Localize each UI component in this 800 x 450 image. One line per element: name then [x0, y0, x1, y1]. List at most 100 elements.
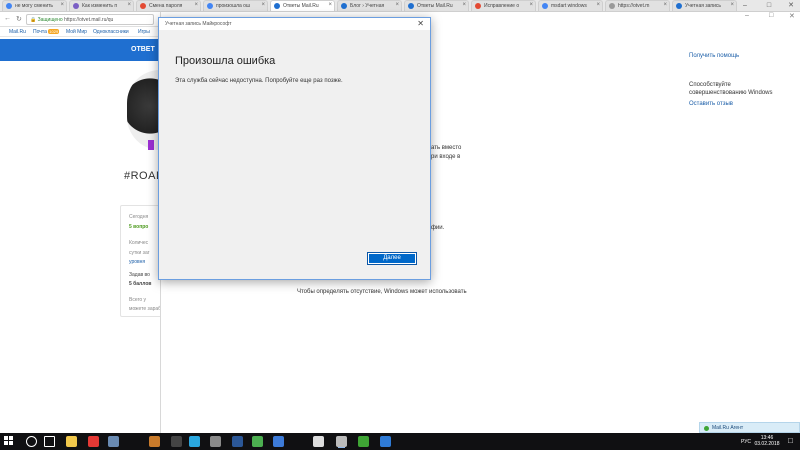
reload-icon[interactable]: ↻ [16, 15, 22, 23]
photo-icon[interactable] [273, 436, 284, 447]
app-icon[interactable] [149, 436, 160, 447]
settings-text-fragment: ать вместо [431, 145, 462, 151]
tab-favicon-icon [609, 3, 615, 9]
secure-label: Защищено [37, 17, 63, 23]
browser-tab[interactable]: Исправление о × [471, 0, 536, 11]
dialog-message: Эта служба сейчас недоступна. Попробуйте… [175, 78, 343, 84]
clock-date: 03.02.2018 [754, 441, 780, 447]
settings-maximize-icon[interactable]: □ [769, 12, 773, 19]
stats-ask-label: Задав во [129, 272, 150, 278]
search-icon[interactable] [26, 436, 37, 447]
tab-close-icon[interactable]: × [663, 2, 667, 8]
minimize-icon[interactable]: – [734, 0, 756, 12]
task-view-icon[interactable] [44, 436, 55, 447]
chrome-icon[interactable] [252, 436, 263, 447]
leave-feedback-link[interactable]: Оставить отзыв [689, 101, 733, 107]
settings-text-fragment: фии. [431, 225, 445, 231]
tab-close-icon[interactable]: × [194, 2, 198, 8]
close-window-icon[interactable]: ✕ [780, 0, 800, 12]
avatar-decoration [148, 140, 154, 150]
steam-icon[interactable] [108, 436, 119, 447]
mailru-agent-notification[interactable]: Mail.Ru Агент [699, 422, 800, 433]
alien-icon[interactable] [313, 436, 324, 447]
browser-tab[interactable]: произошла ош × [203, 0, 268, 11]
tab-favicon-icon [408, 3, 414, 9]
stats-questions: 5 вопро [129, 224, 149, 230]
mail-icon[interactable] [210, 436, 221, 447]
tab-label: не могу сменить [15, 3, 54, 9]
settings-minimize-icon[interactable]: – [745, 12, 749, 19]
opera-icon[interactable] [88, 436, 99, 447]
browser-tab[interactable]: Смена пароля × [136, 0, 201, 11]
tab-close-icon[interactable]: × [462, 2, 466, 8]
tab-label: Ответы Mail.Ru [283, 3, 319, 9]
stats-count-label: Количес [129, 240, 149, 246]
tab-close-icon[interactable]: × [60, 2, 64, 8]
tab-close-icon[interactable]: × [395, 2, 399, 8]
settings-text-fragment: Чтобы определять отсутствие, Windows мож… [297, 289, 467, 295]
back-icon[interactable]: ← [4, 15, 11, 22]
settings-close-icon[interactable]: ✕ [789, 12, 795, 20]
browser-tab[interactable]: Ответы Mail.Ru × [270, 0, 335, 11]
tab-favicon-icon [73, 3, 79, 9]
onedrive-icon[interactable] [380, 436, 391, 447]
tab-close-icon[interactable]: × [529, 2, 533, 8]
nav-my-world[interactable]: Мой Мир [66, 29, 87, 35]
online-status-icon [704, 426, 709, 431]
browser-tab[interactable]: https://otvet.m × [605, 0, 670, 11]
tab-label: msdart windows [551, 3, 587, 9]
skype-icon[interactable] [189, 436, 200, 447]
nav-odnoklassniki[interactable]: Одноклассники [93, 29, 129, 35]
tab-favicon-icon [475, 3, 481, 9]
tab-favicon-icon [140, 3, 146, 9]
agent-label: Mail.Ru Агент [712, 425, 744, 431]
taskbar [0, 433, 800, 450]
tab-label: Исправление о [484, 3, 520, 9]
avatar[interactable] [127, 70, 160, 150]
nav-games[interactable]: Игры [138, 29, 150, 35]
tab-favicon-icon [341, 3, 347, 9]
stats-points: 5 баллов [129, 281, 152, 287]
dialog-heading: Произошла ошибка [175, 55, 276, 67]
lock-icon: 🔒 [30, 17, 37, 23]
language-indicator[interactable]: РУС [741, 439, 751, 445]
word-icon[interactable] [232, 436, 243, 447]
tab-favicon-icon [676, 3, 682, 9]
stats-today-label: Сегодня [129, 214, 149, 220]
browser-tab[interactable]: Как изменить п × [69, 0, 134, 11]
url-input[interactable]: 🔒 Защищено https://otvet.mail.ru/qu [26, 14, 154, 25]
taskbar-clock[interactable]: 13:46 03.02.2018 [754, 435, 780, 447]
next-button[interactable]: Далее [367, 252, 417, 265]
browser-tab[interactable]: Учетная запись × [672, 0, 737, 11]
tab-label: Смена пароля [149, 3, 183, 9]
tab-label: произошла ош [216, 3, 250, 9]
url-text: https://otvet.mail.ru/qu [64, 17, 114, 23]
browser-tab[interactable]: Ответы Mail.Ru × [404, 0, 469, 11]
media-icon[interactable] [171, 436, 182, 447]
browser-tab[interactable]: не могу сменить × [2, 0, 67, 11]
browser-tab[interactable]: Блог › Учетная × [337, 0, 402, 11]
notifications-icon[interactable]: □ [788, 436, 793, 445]
tab-close-icon[interactable]: × [328, 2, 332, 8]
maximize-icon[interactable]: □ [758, 0, 780, 12]
site-logo-text[interactable]: ОТВЕТ [131, 46, 155, 53]
tab-favicon-icon [6, 3, 12, 9]
dialog-close-icon[interactable]: ✕ [417, 19, 424, 28]
browser-tab-strip: не могу сменить × Как изменить п × Смена пар… [0, 0, 800, 12]
nav-mail[interactable]: Почта 1029 [33, 29, 60, 35]
stats-level-link[interactable]: уровня [129, 259, 145, 265]
windows-start-icon[interactable] [4, 436, 14, 446]
tab-close-icon[interactable]: × [261, 2, 265, 8]
tab-close-icon[interactable]: × [596, 2, 600, 8]
money-icon[interactable] [358, 436, 369, 447]
settings-icon[interactable] [336, 436, 347, 447]
tab-close-icon[interactable]: × [127, 2, 131, 8]
tab-favicon-icon [207, 3, 213, 9]
browser-tab[interactable]: msdart windows × [538, 0, 603, 11]
file-explorer-icon[interactable] [66, 436, 77, 447]
stats-total-label: Всего у [129, 297, 146, 303]
nav-mailru[interactable]: Mail.Ru [9, 29, 26, 35]
get-help-link[interactable]: Получить помощь [689, 53, 739, 59]
stats-day-label: сутки заг [129, 250, 150, 256]
microsoft-account-dialog: Учетная запись Майкрософт ✕ Произошла ош… [158, 17, 431, 280]
